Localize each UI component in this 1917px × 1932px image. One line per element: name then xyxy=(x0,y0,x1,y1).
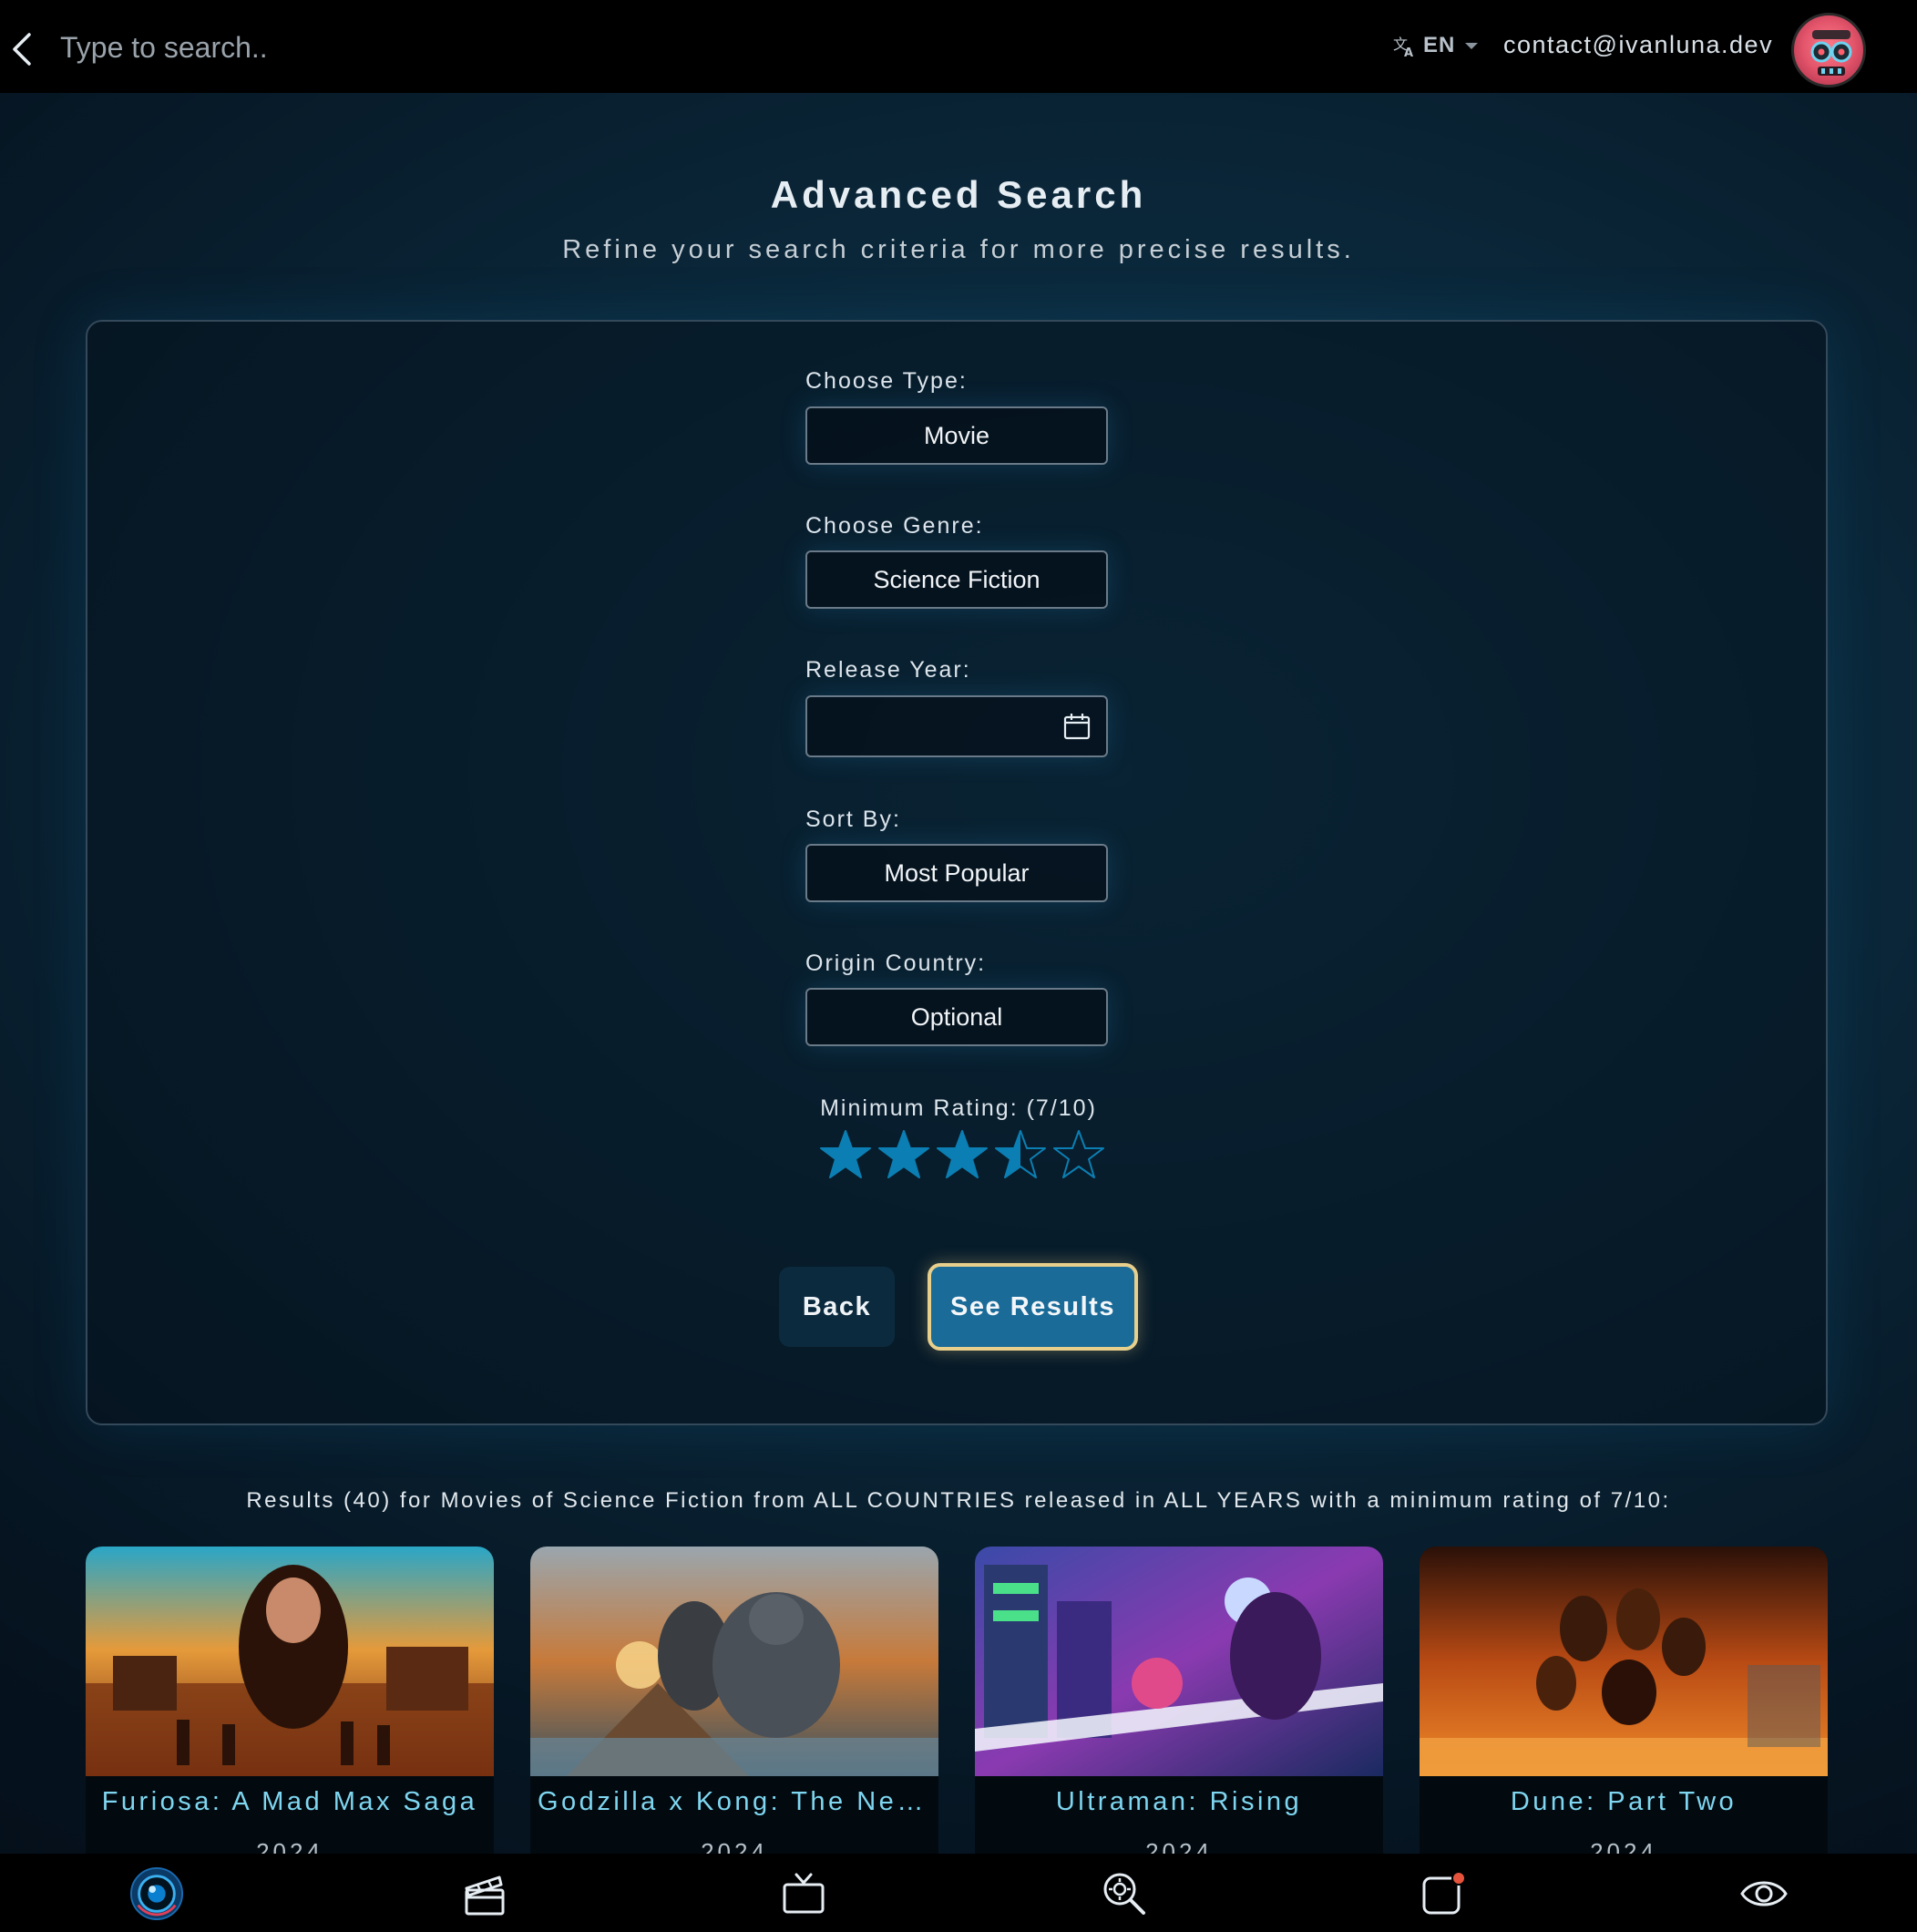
svg-text:A: A xyxy=(1404,46,1413,57)
bottom-nav xyxy=(0,1854,1917,1932)
result-card[interactable]: Ultraman: Rising 2024 xyxy=(975,1547,1383,1856)
nav-home[interactable] xyxy=(129,1866,184,1921)
page-subtitle: Refine your search criteria for more pre… xyxy=(562,235,1355,264)
home-logo-icon xyxy=(129,1866,184,1921)
nav-notifications[interactable] xyxy=(1416,1866,1471,1921)
top-bar: 文 A EN contact@ivanluna.dev xyxy=(0,0,1917,93)
nav-advanced-search[interactable] xyxy=(1097,1866,1152,1921)
watchlist-eye-icon xyxy=(1740,1881,1788,1906)
nav-tv[interactable] xyxy=(776,1866,831,1921)
sort-by-label: Sort By: xyxy=(805,807,901,832)
translate-icon: 文 A xyxy=(1393,36,1413,57)
rating-star-icon[interactable] xyxy=(995,1128,1046,1181)
type-select[interactable]: Movie xyxy=(805,406,1108,465)
result-title: Godzilla x Kong: The New Empire xyxy=(538,1787,938,1816)
page-title: Advanced Search xyxy=(770,173,1147,216)
result-card[interactable]: Dune: Part Two 2024 xyxy=(1420,1547,1828,1856)
rating-stars[interactable] xyxy=(820,1128,1104,1181)
release-year-picker[interactable] xyxy=(805,695,1108,757)
caret-down-icon xyxy=(1465,43,1479,49)
origin-country-select[interactable]: Optional xyxy=(805,988,1108,1046)
poster-image xyxy=(530,1547,938,1776)
avatar[interactable] xyxy=(1791,13,1866,87)
results-summary: Results (40) for Movies of Science Ficti… xyxy=(246,1488,1671,1513)
movies-clapperboard-icon xyxy=(465,1875,505,1916)
language-code: EN xyxy=(1423,33,1456,57)
poster-image xyxy=(1420,1547,1828,1776)
result-card[interactable]: Furiosa: A Mad Max Saga 2024 xyxy=(86,1547,494,1856)
back-button[interactable]: Back xyxy=(779,1267,895,1347)
user-email: contact@ivanluna.dev xyxy=(1503,31,1774,58)
rating-star-icon[interactable] xyxy=(878,1128,929,1181)
release-year-label: Release Year: xyxy=(805,657,971,683)
rating-star-icon[interactable] xyxy=(1053,1128,1104,1181)
minimum-rating-label: Minimum Rating: (7/10) xyxy=(820,1095,1097,1121)
calendar-icon[interactable] xyxy=(1062,712,1092,741)
nav-movies[interactable] xyxy=(457,1866,512,1921)
see-results-button[interactable]: See Results xyxy=(928,1263,1138,1351)
genre-select[interactable]: Science Fiction xyxy=(805,550,1108,609)
search-input[interactable] xyxy=(60,26,880,69)
robot-avatar-icon xyxy=(1810,30,1852,76)
rating-star-icon[interactable] xyxy=(820,1128,871,1181)
genre-label: Choose Genre: xyxy=(805,513,984,539)
result-title: Furiosa: A Mad Max Saga xyxy=(101,1787,478,1816)
advanced-search-icon xyxy=(1103,1873,1145,1915)
language-selector[interactable]: 文 A EN xyxy=(1392,33,1481,58)
origin-country-label: Origin Country: xyxy=(805,951,987,976)
rating-star-icon[interactable] xyxy=(937,1128,988,1181)
tv-icon xyxy=(783,1873,825,1914)
nav-watchlist[interactable] xyxy=(1737,1866,1791,1921)
poster-image xyxy=(86,1547,494,1776)
result-title: Dune: Part Two xyxy=(1510,1787,1738,1816)
result-title: Ultraman: Rising xyxy=(1055,1787,1303,1816)
result-card[interactable]: Godzilla x Kong: The New Empire 2024 xyxy=(530,1547,938,1856)
poster-image xyxy=(975,1547,1383,1776)
back-chevron-icon[interactable] xyxy=(7,31,38,67)
sort-by-select[interactable]: Most Popular xyxy=(805,844,1108,902)
type-label: Choose Type: xyxy=(805,368,968,394)
notifications-icon xyxy=(1422,1871,1466,1915)
